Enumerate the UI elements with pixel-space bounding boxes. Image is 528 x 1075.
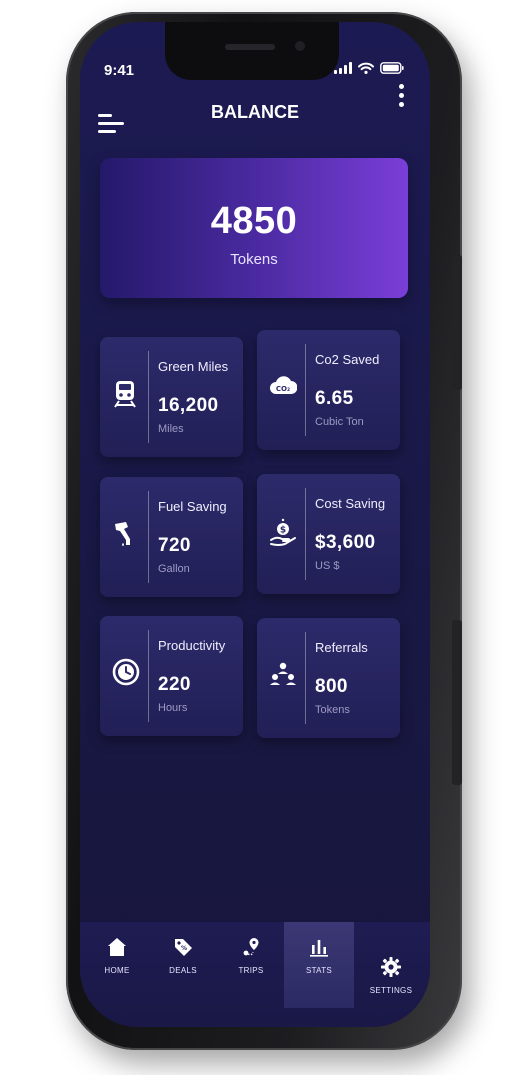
card-divider	[305, 488, 306, 580]
stat-label: Fuel Saving	[158, 499, 227, 514]
tab-home[interactable]: HOME	[82, 922, 152, 1008]
stat-label: Cost Saving	[315, 496, 386, 511]
phone-mockup: 9:41 BALANCE 4850 Tokens Green Miles 16,…	[0, 0, 528, 1075]
balance-value: 4850	[210, 200, 298, 242]
tab-label: TRIPS	[238, 966, 264, 975]
tab-settings[interactable]: SETTINGS	[356, 922, 426, 1008]
stat-card-green-miles[interactable]: Green Miles 16,200 Miles	[100, 337, 243, 457]
status-icons	[334, 62, 404, 74]
stat-value: 220	[158, 674, 191, 695]
money-hand-icon: $	[269, 516, 296, 546]
tab-label: SETTINGS	[369, 986, 413, 995]
stat-value: $3,600	[315, 532, 376, 553]
page-title: BALANCE	[211, 102, 299, 122]
svg-text:$: $	[280, 526, 286, 536]
stat-value: 6.65	[315, 388, 354, 409]
stat-card-productivity[interactable]: Productivity 220 Hours	[100, 616, 243, 736]
bottom-tab-bar: HOME % DEALS TRIPS STATS SETTINGS	[80, 922, 430, 1027]
stat-unit: Gallon	[158, 563, 190, 575]
side-button	[452, 255, 462, 390]
people-network-icon	[269, 660, 296, 688]
battery-icon	[380, 62, 404, 74]
map-pin-icon	[240, 936, 262, 958]
stat-unit: Tokens	[315, 704, 350, 716]
card-divider	[148, 491, 149, 583]
gear-icon	[380, 956, 402, 978]
stat-value: 720	[158, 535, 191, 556]
svg-text:%: %	[181, 945, 187, 952]
tab-label: DEALS	[169, 966, 197, 975]
tab-trips[interactable]: TRIPS	[216, 922, 286, 1008]
tab-label: HOME	[104, 966, 130, 975]
signal-icon	[334, 62, 352, 74]
stat-card-co2-saved[interactable]: CO₂ Co2 Saved 6.65 Cubic Ton	[257, 330, 400, 450]
home-icon	[106, 936, 128, 958]
stat-value: 800	[315, 676, 348, 697]
balance-card: 4850 Tokens	[100, 158, 408, 298]
more-options-icon[interactable]	[398, 84, 406, 110]
camera	[295, 41, 305, 51]
stat-card-fuel-saving[interactable]: Fuel Saving 720 Gallon	[100, 477, 243, 597]
tab-deals[interactable]: % DEALS	[148, 922, 218, 1008]
stat-unit: US $	[315, 560, 340, 572]
bar-chart-icon	[308, 936, 330, 958]
svg-text:CO₂: CO₂	[276, 385, 290, 393]
stat-card-cost-saving[interactable]: $ Cost Saving $3,600 US $	[257, 474, 400, 594]
train-icon	[112, 379, 138, 408]
stat-label: Productivity	[158, 638, 226, 653]
wifi-icon	[358, 62, 374, 74]
stat-value: 16,200	[158, 395, 219, 416]
tab-label: STATS	[305, 966, 333, 975]
card-divider	[305, 632, 306, 724]
stat-unit: Hours	[158, 702, 188, 714]
stat-unit: Miles	[158, 423, 184, 435]
co2-cloud-icon: CO₂	[269, 372, 298, 400]
side-button	[452, 620, 462, 785]
clock-icon	[112, 658, 140, 686]
stat-label: Co2 Saved	[315, 352, 380, 367]
card-divider	[148, 630, 149, 722]
card-divider	[148, 351, 149, 443]
card-divider	[305, 344, 306, 436]
app-screen: 9:41 BALANCE 4850 Tokens Green Miles 16,…	[80, 22, 430, 1027]
fuel-nozzle-icon	[112, 519, 138, 547]
stat-card-referrals[interactable]: Referrals 800 Tokens	[257, 618, 400, 738]
stat-label: Green Miles	[158, 359, 229, 374]
stat-label: Referrals	[315, 640, 368, 655]
status-time: 9:41	[104, 62, 135, 79]
balance-unit: Tokens	[230, 251, 278, 268]
notch	[165, 22, 339, 80]
speaker	[225, 44, 275, 50]
tag-icon: %	[172, 936, 194, 958]
tab-stats[interactable]: STATS	[284, 922, 354, 1008]
stat-unit: Cubic Ton	[315, 416, 364, 428]
